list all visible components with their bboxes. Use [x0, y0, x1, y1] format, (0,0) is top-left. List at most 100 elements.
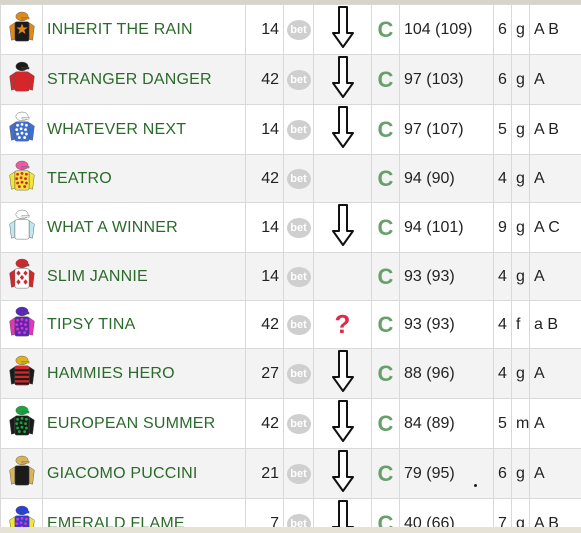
down-arrow-icon [331, 204, 355, 251]
table-row[interactable]: EUROPEAN SUMMER 42 bet C 84 (89) 5 m A [0, 398, 581, 449]
down-arrow-icon [331, 450, 355, 497]
down-arrow-icon [331, 56, 355, 103]
trend-indicator: ? [313, 300, 372, 349]
bet-button[interactable]: bet [286, 314, 311, 335]
table-row[interactable]: TEATRO 42 bet C 94 (90) 4 g A [0, 154, 581, 203]
horse-sex: g [511, 252, 530, 301]
jockey-silk-icon [0, 448, 43, 499]
trend-indicator [313, 54, 372, 105]
race-card: INHERIT THE RAIN 14 bet C 104 (109) 6 g A B STRA… [0, 0, 581, 533]
course-form-badge: C [377, 66, 394, 92]
horse-sex: g [511, 202, 530, 253]
trend-indicator [313, 202, 372, 253]
horse-age: 6 [493, 448, 512, 499]
table-bottom-edge [0, 527, 581, 533]
table-row[interactable]: WHAT A WINNER 14 bet C 94 (101) 9 g A C [0, 202, 581, 253]
horse-name[interactable]: WHATEVER NEXT [42, 104, 246, 155]
horse-age: 5 [493, 104, 512, 155]
horse-name[interactable]: WHAT A WINNER [42, 202, 246, 253]
tags-value: A B [529, 4, 581, 55]
horse-name[interactable]: INHERIT THE RAIN [42, 4, 246, 55]
course-form-badge: C [377, 460, 394, 486]
course-form-badge: C [377, 410, 394, 436]
jockey-silk-icon [0, 54, 43, 105]
horse-sex: g [511, 448, 530, 499]
rating-value: 94 (101) [399, 202, 494, 253]
odds-value: 42 [245, 154, 284, 203]
table-row[interactable]: SLIM JANNIE 14 bet C 93 (93) 4 g A [0, 252, 581, 301]
tags-value: A [529, 398, 581, 449]
down-arrow-icon [331, 6, 355, 53]
table-row[interactable]: STRANGER DANGER 42 bet C 97 (103) 6 g A [0, 54, 581, 105]
horse-age: 4 [493, 300, 512, 349]
down-arrow-icon [331, 350, 355, 397]
table-row[interactable]: GIACOMO PUCCINI 21 bet C 79 (95) 6 g A [0, 448, 581, 499]
bet-button[interactable]: bet [286, 413, 311, 434]
horse-sex: g [511, 154, 530, 203]
jockey-silk-icon [0, 202, 43, 253]
table-row[interactable]: INHERIT THE RAIN 14 bet C 104 (109) 6 g A B [0, 4, 581, 55]
odds-value: 14 [245, 4, 284, 55]
odds-value: 27 [245, 348, 284, 399]
jockey-silk-icon [0, 104, 43, 155]
horse-name[interactable]: TIPSY TINA [42, 300, 246, 349]
runners-table: INHERIT THE RAIN 14 bet C 104 (109) 6 g A B STRA… [0, 4, 581, 533]
horse-name[interactable]: EUROPEAN SUMMER [42, 398, 246, 449]
tags-value: A C [529, 202, 581, 253]
trend-indicator [313, 104, 372, 155]
horse-age: 4 [493, 348, 512, 399]
down-arrow-icon [331, 106, 355, 153]
rating-value: 97 (107) [399, 104, 494, 155]
table-row[interactable]: WHATEVER NEXT 14 bet C 97 (107) 5 g A B [0, 104, 581, 155]
down-arrow-icon [331, 400, 355, 447]
trend-indicator [313, 252, 372, 301]
bet-button[interactable]: bet [286, 168, 311, 189]
horse-sex: g [511, 104, 530, 155]
horse-age: 4 [493, 154, 512, 203]
rating-value: 97 (103) [399, 54, 494, 105]
horse-age: 6 [493, 54, 512, 105]
table-row[interactable]: TIPSY TINA 42 bet? C 93 (93) 4 f a B [0, 300, 581, 349]
bet-button[interactable]: bet [286, 119, 311, 140]
jockey-silk-icon [0, 300, 43, 349]
horse-name[interactable]: TEATRO [42, 154, 246, 203]
course-form-badge: C [377, 360, 394, 386]
bet-button[interactable]: bet [286, 217, 311, 238]
table-row[interactable]: HAMMIES HERO 27 bet C 88 (96) 4 g A [0, 348, 581, 399]
odds-value: 42 [245, 398, 284, 449]
trend-indicator [313, 4, 372, 55]
horse-name[interactable]: STRANGER DANGER [42, 54, 246, 105]
horse-sex: g [511, 54, 530, 105]
bet-button[interactable]: bet [286, 463, 311, 484]
odds-value: 14 [245, 104, 284, 155]
tags-value: A [529, 448, 581, 499]
trend-indicator [313, 154, 372, 203]
rating-value: 88 (96) [399, 348, 494, 399]
trend-indicator [313, 348, 372, 399]
tags-value: A [529, 54, 581, 105]
rating-value: 93 (93) [399, 300, 494, 349]
bet-button[interactable]: bet [286, 19, 311, 40]
trend-indicator [313, 448, 372, 499]
course-form-badge: C [377, 16, 394, 42]
bet-button[interactable]: bet [286, 69, 311, 90]
odds-value: 14 [245, 252, 284, 301]
horse-age: 5 [493, 398, 512, 449]
jockey-silk-icon [0, 252, 43, 301]
bet-button[interactable]: bet [286, 266, 311, 287]
rating-value: 79 (95) [399, 448, 494, 499]
tags-value: A B [529, 104, 581, 155]
jockey-silk-icon [0, 348, 43, 399]
stray-dot [474, 484, 477, 487]
course-form-badge: C [377, 263, 394, 289]
jockey-silk-icon [0, 398, 43, 449]
horse-name[interactable]: HAMMIES HERO [42, 348, 246, 399]
jockey-silk-icon [0, 154, 43, 203]
tags-value: A [529, 252, 581, 301]
horse-name[interactable]: SLIM JANNIE [42, 252, 246, 301]
rating-value: 94 (90) [399, 154, 494, 203]
horse-sex: g [511, 4, 530, 55]
bet-button[interactable]: bet [286, 363, 311, 384]
horse-name[interactable]: GIACOMO PUCCINI [42, 448, 246, 499]
question-mark-icon: ? [334, 309, 351, 339]
